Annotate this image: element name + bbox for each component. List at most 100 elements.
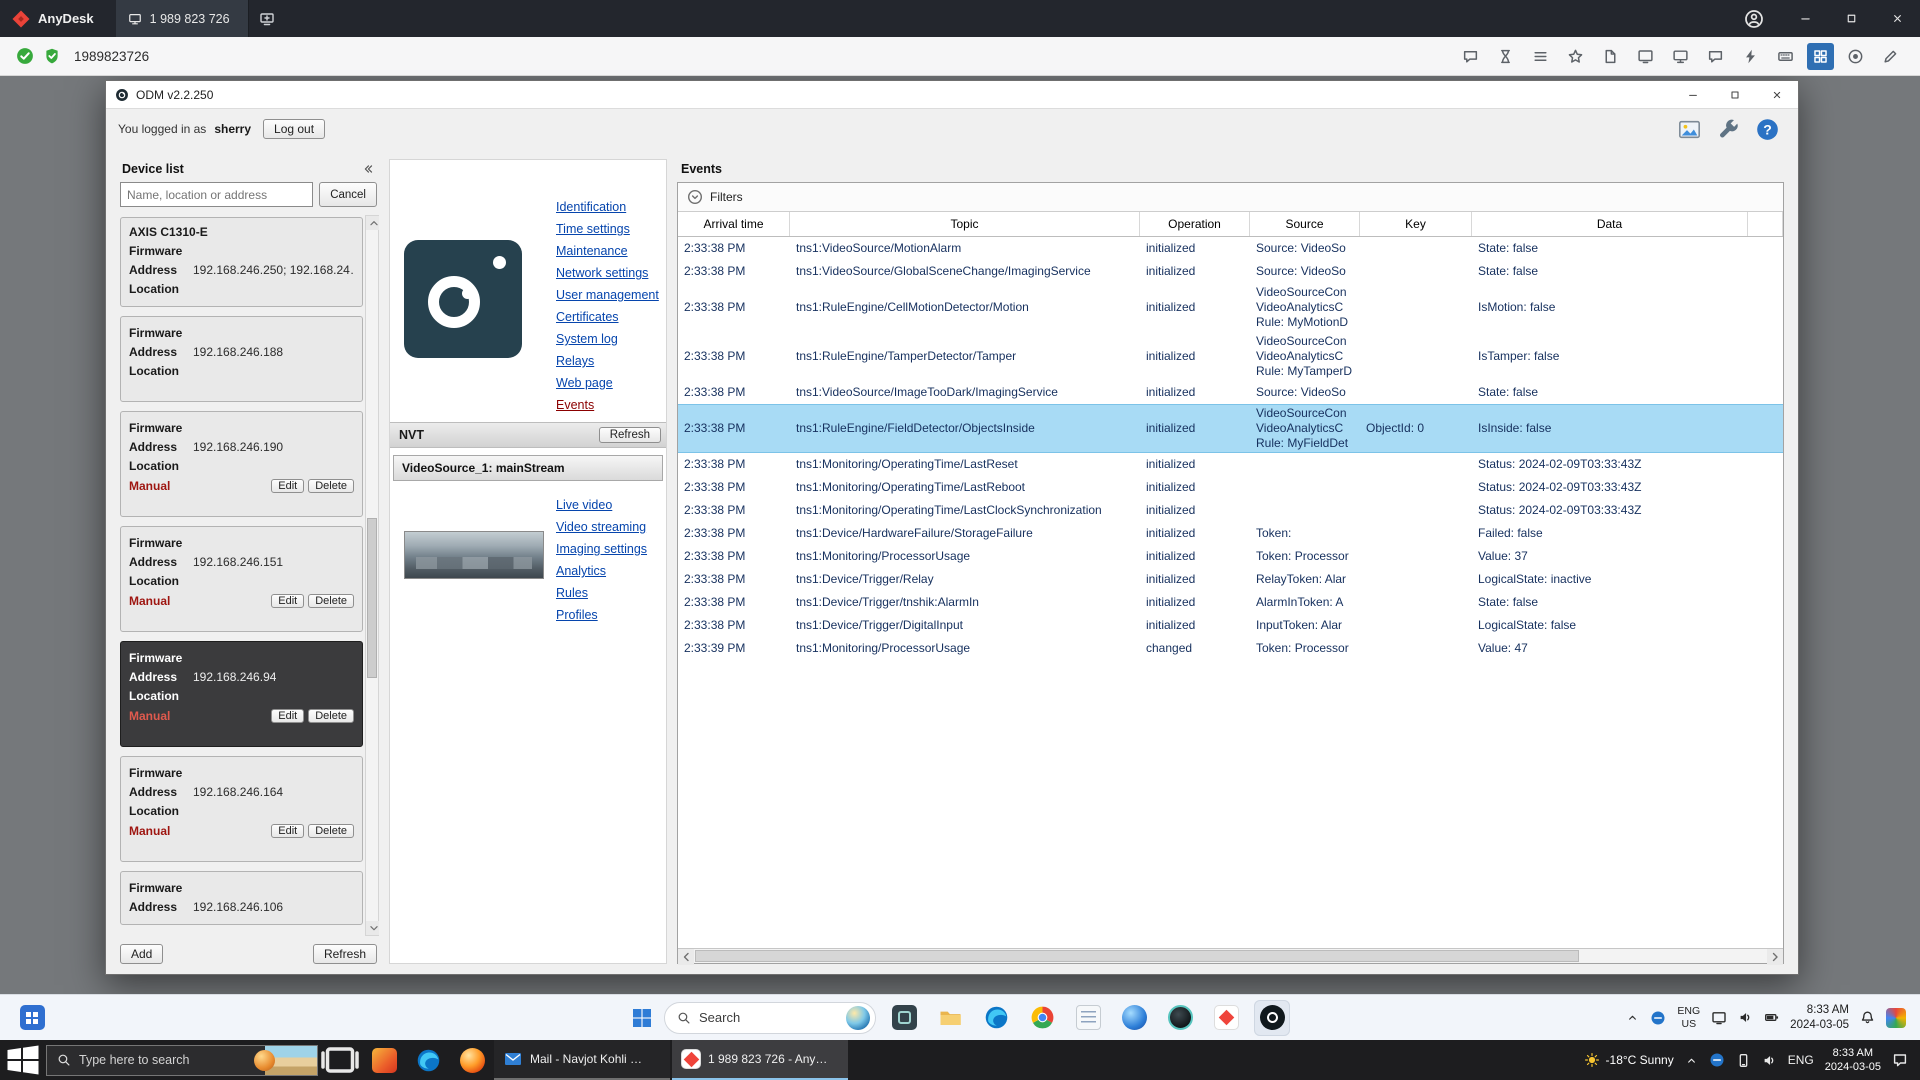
device-search-input[interactable] bbox=[120, 182, 313, 207]
device-card[interactable]: AXIS C1310-EFirmwareAddress192.168.246.2… bbox=[120, 217, 363, 307]
link-web-page[interactable]: Web page bbox=[556, 372, 659, 394]
volume-icon[interactable] bbox=[1738, 1010, 1753, 1025]
media-app-icon[interactable] bbox=[1162, 1000, 1198, 1036]
edge-icon[interactable] bbox=[978, 1000, 1014, 1036]
chat-alt-icon[interactable] bbox=[1702, 43, 1729, 70]
event-row[interactable]: 2:33:38 PMtns1:Monitoring/OperatingTime/… bbox=[678, 499, 1783, 522]
scrollbar-thumb[interactable] bbox=[367, 518, 377, 678]
odm-maximize-button[interactable] bbox=[1714, 81, 1756, 108]
browser-globe-icon[interactable] bbox=[1116, 1000, 1152, 1036]
link-rules[interactable]: Rules bbox=[556, 582, 647, 604]
favorites-icon[interactable] bbox=[1562, 43, 1589, 70]
session-menu-icon[interactable] bbox=[1527, 43, 1554, 70]
column-header[interactable]: Topic bbox=[790, 212, 1140, 236]
account-icon[interactable] bbox=[1744, 9, 1764, 29]
chrome-icon[interactable] bbox=[1024, 1000, 1060, 1036]
tray-app-icon[interactable] bbox=[1650, 1010, 1666, 1026]
anydesk-window-button[interactable]: 1 989 823 726 - Any… bbox=[672, 1040, 848, 1080]
add-device-button[interactable]: Add bbox=[120, 944, 163, 964]
event-row[interactable]: 2:33:38 PMtns1:VideoSource/ImageTooDark/… bbox=[678, 381, 1783, 404]
scroll-left-icon[interactable] bbox=[678, 949, 694, 965]
device-card[interactable]: FirmwareAddress192.168.246.190LocationMa… bbox=[120, 411, 363, 517]
files-app-icon[interactable] bbox=[886, 1000, 922, 1036]
device-list-scrollbar[interactable] bbox=[365, 215, 379, 936]
switch-sides-icon[interactable] bbox=[1632, 43, 1659, 70]
nvt-refresh-button[interactable]: Refresh bbox=[599, 427, 661, 443]
host-search-box[interactable]: Type here to search bbox=[46, 1045, 318, 1076]
edit-device-button[interactable]: Edit bbox=[271, 594, 304, 608]
link-video-streaming[interactable]: Video streaming bbox=[556, 516, 647, 538]
new-session-icon[interactable] bbox=[259, 11, 275, 27]
event-row[interactable]: 2:33:38 PMtns1:Monitoring/ProcessorUsage… bbox=[678, 545, 1783, 568]
odm-app-icon[interactable] bbox=[1254, 1000, 1290, 1036]
permissions-icon[interactable] bbox=[1807, 43, 1834, 70]
remote-clock[interactable]: 8:33 AM2024-03-05 bbox=[1790, 1003, 1849, 1033]
remote-search-box[interactable]: Search bbox=[664, 1002, 876, 1034]
link-live-video[interactable]: Live video bbox=[556, 494, 647, 516]
event-row[interactable]: 2:33:38 PMtns1:RuleEngine/CellMotionDete… bbox=[678, 283, 1783, 332]
tray-expand-icon[interactable] bbox=[1626, 1011, 1639, 1024]
link-time-settings[interactable]: Time settings bbox=[556, 218, 659, 240]
event-row[interactable]: 2:33:38 PMtns1:Device/Trigger/Relayiniti… bbox=[678, 568, 1783, 591]
chat-icon[interactable] bbox=[1457, 43, 1484, 70]
notepad-icon[interactable] bbox=[1070, 1000, 1106, 1036]
refresh-devices-button[interactable]: Refresh bbox=[313, 944, 377, 964]
actions-icon[interactable] bbox=[1737, 43, 1764, 70]
widgets-icon[interactable] bbox=[14, 1000, 50, 1036]
column-header[interactable]: Data bbox=[1472, 212, 1748, 236]
tray-expand-icon[interactable] bbox=[1685, 1054, 1698, 1067]
tray-color-app-icon[interactable] bbox=[1886, 1008, 1906, 1028]
volume-icon[interactable] bbox=[1762, 1053, 1777, 1068]
link-analytics[interactable]: Analytics bbox=[556, 560, 647, 582]
events-hscrollbar[interactable] bbox=[678, 948, 1783, 963]
filters-expander-icon[interactable] bbox=[687, 189, 703, 205]
device-card[interactable]: FirmwareAddress192.168.246.151LocationMa… bbox=[120, 526, 363, 632]
edit-device-button[interactable]: Edit bbox=[271, 479, 304, 493]
file-transfer-icon[interactable] bbox=[1597, 43, 1624, 70]
remote-start-button[interactable] bbox=[630, 1006, 654, 1030]
remote-language-indicator[interactable]: ENGUS bbox=[1677, 1005, 1700, 1030]
anydesk-app-icon[interactable] bbox=[1208, 1000, 1244, 1036]
monitor-select-icon[interactable] bbox=[1667, 43, 1694, 70]
session-tab[interactable]: 1 989 823 726 bbox=[116, 0, 249, 37]
stream-thumbnail[interactable] bbox=[404, 531, 544, 579]
edit-device-button[interactable]: Edit bbox=[271, 824, 304, 838]
photos-app-icon[interactable] bbox=[362, 1040, 406, 1080]
event-row[interactable]: 2:33:38 PMtns1:RuleEngine/TamperDetector… bbox=[678, 332, 1783, 381]
link-user-management[interactable]: User management bbox=[556, 284, 659, 306]
event-row[interactable]: 2:33:38 PMtns1:VideoSource/MotionAlarmin… bbox=[678, 237, 1783, 260]
settings-icon[interactable] bbox=[1716, 117, 1741, 142]
window-maximize-button[interactable] bbox=[1828, 0, 1874, 37]
window-close-button[interactable] bbox=[1874, 0, 1920, 37]
device-card[interactable]: FirmwareAddress192.168.246.164LocationMa… bbox=[120, 756, 363, 862]
device-card[interactable]: FirmwareAddress192.168.246.188Location bbox=[120, 316, 363, 402]
scroll-right-icon[interactable] bbox=[1767, 949, 1783, 965]
link-maintenance[interactable]: Maintenance bbox=[556, 240, 659, 262]
whiteboard-icon[interactable] bbox=[1877, 43, 1904, 70]
firefox-icon[interactable] bbox=[450, 1040, 494, 1080]
scroll-down-icon[interactable] bbox=[366, 921, 379, 935]
host-clock[interactable]: 8:33 AM2024-03-05 bbox=[1825, 1046, 1881, 1075]
link-identification[interactable]: Identification bbox=[556, 196, 659, 218]
delete-device-button[interactable]: Delete bbox=[308, 479, 354, 493]
delete-device-button[interactable]: Delete bbox=[308, 594, 354, 608]
event-row[interactable]: 2:33:39 PMtns1:Monitoring/ProcessorUsage… bbox=[678, 637, 1783, 660]
column-header[interactable]: Source bbox=[1250, 212, 1360, 236]
link-events[interactable]: Events bbox=[556, 394, 659, 416]
collapse-panel-icon[interactable] bbox=[361, 162, 375, 176]
keyboard-icon[interactable] bbox=[1772, 43, 1799, 70]
weather-widget[interactable]: -18°C Sunny bbox=[1584, 1052, 1674, 1068]
notifications-icon[interactable] bbox=[1860, 1010, 1875, 1025]
event-row[interactable]: 2:33:38 PMtns1:RuleEngine/FieldDetector/… bbox=[678, 404, 1783, 453]
phone-icon[interactable] bbox=[1736, 1053, 1751, 1068]
link-imaging-settings[interactable]: Imaging settings bbox=[556, 538, 647, 560]
column-header[interactable]: Arrival time bbox=[678, 212, 790, 236]
column-header[interactable]: Operation bbox=[1140, 212, 1250, 236]
link-system-log[interactable]: System log bbox=[556, 328, 659, 350]
event-row[interactable]: 2:33:38 PMtns1:Device/HardwareFailure/St… bbox=[678, 522, 1783, 545]
help-icon[interactable]: ? bbox=[1755, 117, 1780, 142]
odm-minimize-button[interactable] bbox=[1672, 81, 1714, 108]
snapshot-icon[interactable] bbox=[1677, 117, 1702, 142]
file-explorer-icon[interactable] bbox=[932, 1000, 968, 1036]
scroll-up-icon[interactable] bbox=[366, 216, 379, 230]
